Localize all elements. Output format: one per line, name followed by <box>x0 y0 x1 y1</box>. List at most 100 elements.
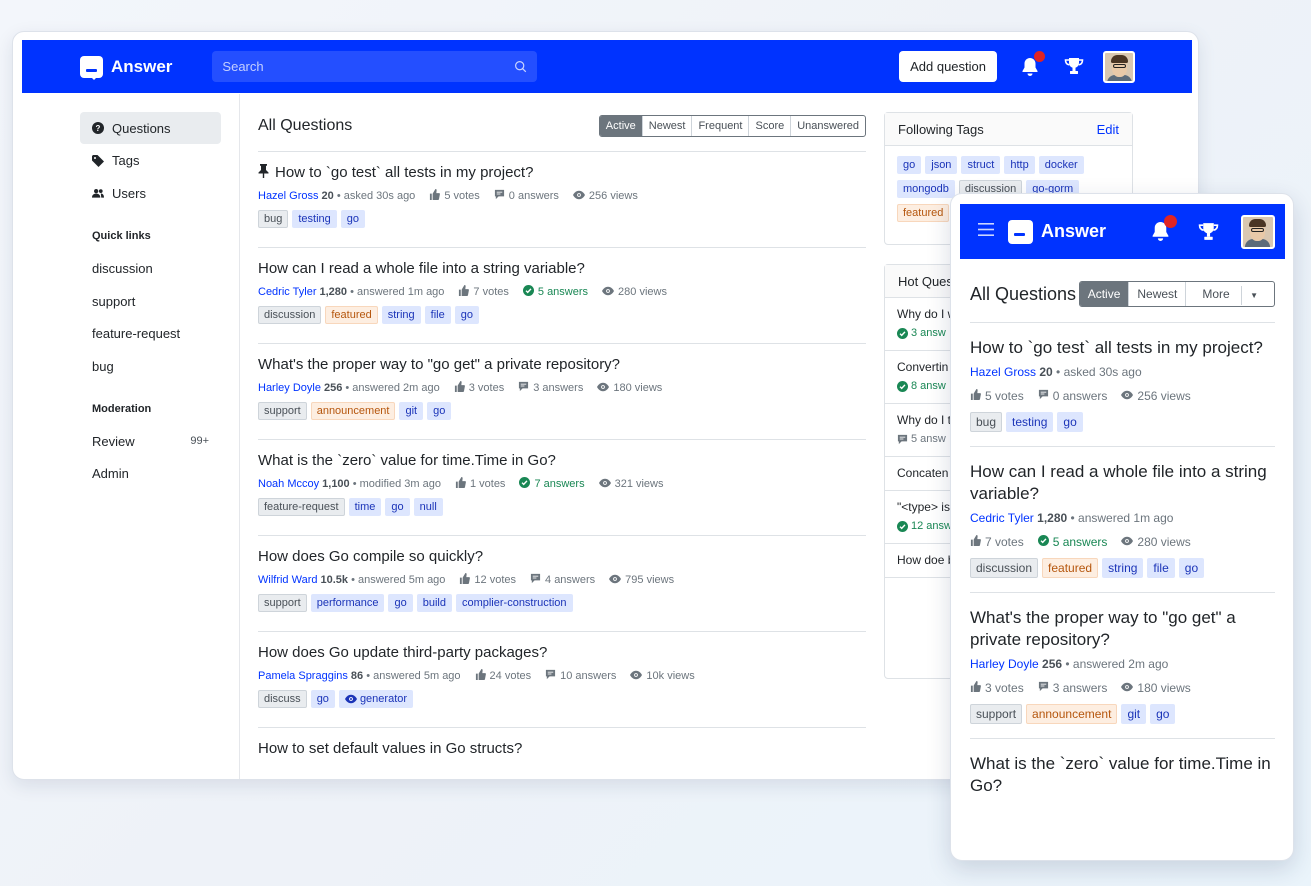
tag-chip[interactable]: support <box>258 594 307 612</box>
mobile-user-avatar[interactable] <box>1241 214 1275 249</box>
quick-link-support[interactable]: support <box>80 285 221 318</box>
check-circle-icon <box>1037 535 1049 549</box>
search-input[interactable] <box>222 59 493 74</box>
tag-chip[interactable]: go <box>340 210 366 228</box>
question-item: How to `go test` all tests in my project… <box>258 152 866 248</box>
hamburger-menu-icon[interactable] <box>978 222 994 241</box>
quick-link-bug[interactable]: bug <box>80 350 221 383</box>
question-title[interactable]: How can I read a whole file into a strin… <box>970 461 1275 505</box>
brand-logo[interactable]: Answer <box>80 55 172 80</box>
tag-chip[interactable]: mongodb <box>897 180 955 198</box>
mobile-tab-more[interactable]: More ▼ <box>1185 282 1274 306</box>
tag-chip[interactable]: announcement <box>1026 704 1118 724</box>
tab-frequent[interactable]: Frequent <box>691 115 748 136</box>
tag-chip[interactable]: featured <box>1042 558 1099 578</box>
author-link[interactable]: Cedric Tyler <box>258 286 316 298</box>
author-link[interactable]: Cedric Tyler <box>970 511 1037 525</box>
moderation-admin[interactable]: Admin <box>80 457 221 490</box>
tag-chip[interactable]: go <box>385 498 410 516</box>
question-title[interactable]: What's the proper way to "go get" a priv… <box>258 356 866 373</box>
tag-chip[interactable]: go <box>897 156 922 174</box>
tag-chip[interactable]: time <box>348 498 382 516</box>
tag-chip[interactable]: go <box>1150 704 1176 724</box>
tag-chip[interactable]: discussion <box>258 306 322 324</box>
tag-chip[interactable]: git <box>399 402 424 420</box>
tag-chip[interactable]: go <box>427 402 452 420</box>
author-link[interactable]: Harley Doyle <box>970 657 1042 671</box>
achievements-button[interactable] <box>1063 56 1085 78</box>
sidebar-item-questions[interactable]: ? Questions <box>80 112 221 144</box>
tag-chip[interactable]: feature-request <box>258 498 345 516</box>
activity-text: • modified 3m ago <box>349 478 441 490</box>
tag-chip[interactable]: testing <box>1006 412 1054 432</box>
tag-chip[interactable]: struct <box>961 156 1001 174</box>
tag-chip[interactable]: go <box>310 690 335 708</box>
add-question-button[interactable]: Add question <box>899 51 997 82</box>
tab-newest[interactable]: Newest <box>641 115 692 136</box>
author-link[interactable]: Hazel Gross <box>970 365 1039 379</box>
question-title[interactable]: How to `go test` all tests in my project… <box>970 337 1275 359</box>
tag-chip[interactable]: string <box>381 306 421 324</box>
tab-active[interactable]: Active <box>599 115 642 136</box>
tag-chip[interactable]: performance <box>310 594 385 612</box>
tag-chip[interactable]: go <box>388 594 413 612</box>
tag-chip[interactable]: discussion <box>970 558 1039 578</box>
tag-chip[interactable]: bug <box>970 412 1003 432</box>
mobile-tab-active[interactable]: Active <box>1079 282 1129 306</box>
question-title[interactable]: How to `go test` all tests in my project… <box>258 164 866 181</box>
question-title[interactable]: How can I read a whole file into a strin… <box>258 260 866 277</box>
mobile-notifications-button[interactable] <box>1149 214 1177 243</box>
search-box[interactable] <box>212 51 538 82</box>
tag-chip[interactable]: generator <box>338 690 414 708</box>
tag-chip[interactable]: featured <box>897 204 950 222</box>
question-title[interactable]: How to set default values in Go structs? <box>258 740 866 757</box>
tag-chip[interactable]: git <box>1121 704 1147 724</box>
author-link[interactable]: Harley Doyle <box>258 382 321 394</box>
question-title[interactable]: What is the `zero` value for time.Time i… <box>258 452 866 469</box>
tag-chip[interactable]: build <box>416 594 452 612</box>
tag-chip[interactable]: testing <box>292 210 337 228</box>
notifications-button[interactable] <box>1019 50 1045 78</box>
moderation-review[interactable]: Review 99+ <box>80 425 221 458</box>
tab-score[interactable]: Score <box>748 115 790 136</box>
question-title[interactable]: What's the proper way to "go get" a priv… <box>970 607 1275 651</box>
tag-chip[interactable]: file <box>424 306 451 324</box>
author-link[interactable]: Wilfrid Ward <box>258 574 317 586</box>
tag-chip[interactable]: http <box>1004 156 1035 174</box>
author-link[interactable]: Noah Mccoy <box>258 478 319 490</box>
mobile-brand-logo[interactable]: Answer <box>1008 219 1106 244</box>
question-title[interactable]: What is the `zero` value for time.Time i… <box>970 753 1275 797</box>
tag-chip[interactable]: discuss <box>258 690 307 708</box>
tag-chip[interactable]: json <box>925 156 958 174</box>
tag-chip[interactable]: file <box>1147 558 1175 578</box>
user-avatar[interactable] <box>1103 50 1135 83</box>
tag-chip[interactable]: string <box>1102 558 1144 578</box>
question-title[interactable]: How does Go compile so quickly? <box>258 548 866 565</box>
author-link[interactable]: Pamela Spraggins <box>258 670 348 682</box>
quick-links-heading: Quick links <box>92 230 151 242</box>
author-reputation: 1,100 <box>322 478 350 490</box>
tag-chip[interactable]: bug <box>258 210 289 228</box>
quick-link-feature-request[interactable]: feature-request <box>80 317 221 350</box>
tag-chip[interactable]: complier-construction <box>455 594 573 612</box>
tag-chip[interactable]: null <box>413 498 443 516</box>
tag-chip[interactable]: support <box>258 402 307 420</box>
mobile-tab-newest[interactable]: Newest <box>1128 282 1185 306</box>
check-circle-icon <box>897 327 908 339</box>
quick-link-discussion[interactable]: discussion <box>80 252 221 285</box>
sidebar-item-users[interactable]: Users <box>80 177 221 209</box>
tag-chip[interactable]: go <box>1057 412 1083 432</box>
edit-following-tags-link[interactable]: Edit <box>1097 122 1119 137</box>
tag-chip[interactable]: go <box>454 306 479 324</box>
tag-chip[interactable]: support <box>970 704 1023 724</box>
mobile-achievements-button[interactable] <box>1197 221 1219 243</box>
tag-chip[interactable]: go <box>1178 558 1205 578</box>
question-title[interactable]: How does Go update third-party packages? <box>258 644 866 661</box>
tab-unanswered[interactable]: Unanswered <box>790 115 865 136</box>
tag-chip[interactable]: featured <box>325 306 378 324</box>
page-title: All Questions <box>258 116 353 134</box>
sidebar-item-tags[interactable]: Tags <box>80 145 221 177</box>
tag-chip[interactable]: announcement <box>310 402 396 420</box>
tag-chip[interactable]: docker <box>1038 156 1084 174</box>
author-link[interactable]: Hazel Gross <box>258 190 319 202</box>
